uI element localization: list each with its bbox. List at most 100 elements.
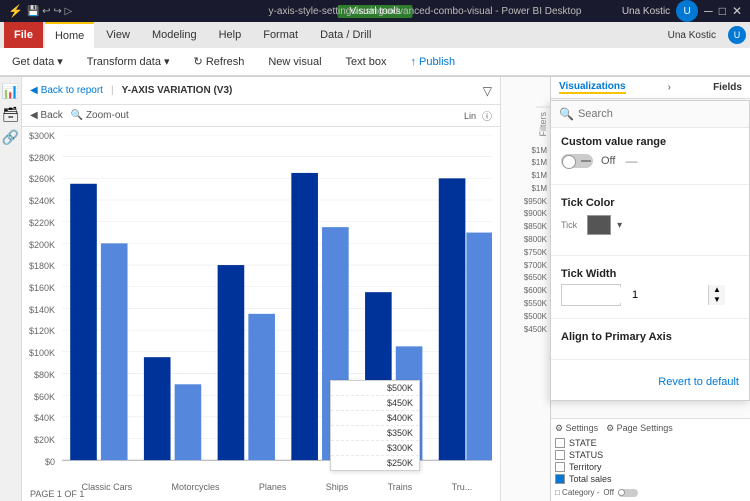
user-badge-ribbon[interactable]: U [728,26,746,44]
format-search-icon: 🔍 [559,107,574,121]
zoom-out-btn[interactable]: 🔍 Zoom-out [71,110,129,121]
ribbon-item-refresh[interactable]: ↻ Refresh [190,53,249,70]
tooltip-row-6: $250K [331,456,419,470]
field-checkbox-status[interactable] [555,450,565,460]
tick-width-stepper[interactable]: ▲ ▼ [561,284,621,306]
tick-width-section: Tick Width ▲ ▼ [551,260,749,314]
secondary-axis-values: $1M $1M $1M $1M $950K $900K $850K $800K … [524,145,550,337]
custom-range-toggle[interactable] [561,154,593,168]
close-btn[interactable]: ✕ [732,4,742,18]
ribbon-item-transform[interactable]: Transform data ▾ [83,53,174,70]
ribbon-item-visuals[interactable]: New visual [264,54,325,70]
app-icon: ⚡ [8,4,23,18]
x-label-5: Trains [388,482,413,492]
chart-bars [62,135,492,471]
tooltip-row-5: $300K [331,441,419,456]
category-off: Off [603,488,614,497]
viz-fields-header: Visualizations › Fields [551,77,750,99]
maximize-btn[interactable]: □ [719,4,726,18]
sidebar-icon-report[interactable]: 📊 [2,83,19,100]
tab-modeling[interactable]: Modeling [142,22,207,48]
toolbar-icons: 💾 ↩ ↪ ▷ [27,6,72,17]
breadcrumb: Y-AXIS VARIATION (V3) [122,85,233,96]
toggle-dash-icon: — [625,154,637,168]
sidebar-icon-data[interactable]: 🗃 [2,106,20,123]
ribbon-item-publish[interactable]: ↑ Publish [407,54,460,70]
tab-help[interactable]: Help [209,22,252,48]
x-axis: Classic Cars Motorcycles Planes Ships Tr… [62,477,492,497]
field-label-state: STATE [569,438,597,448]
left-sidebar: 📊 🗃 🔗 [0,77,22,501]
field-row-total-sales: Total sales [555,473,746,485]
stepper-buttons: ▲ ▼ [708,285,725,305]
tab-view[interactable]: View [96,22,140,48]
ribbon-item-text[interactable]: Text box [342,54,391,70]
format-search-input[interactable] [578,108,741,120]
field-checkbox-territory[interactable] [555,462,565,472]
report-canvas: ◀ Back to report | Y-AXIS VARIATION (V3)… [22,77,500,501]
title-bar-right: Una Kostic U ─ □ ✕ [622,0,742,22]
tick-color-swatch[interactable] [587,215,611,235]
filters-label: Filters [536,107,550,141]
sidebar-icon-model[interactable]: 🔗 [2,129,19,146]
tick-width-value[interactable] [562,287,708,303]
color-dropdown-btn[interactable]: ▾ [617,220,622,231]
format-panel: 🔍 Custom value range Off — Tick Color [550,100,750,401]
user-name: Una Kostic [622,6,670,17]
minimize-btn[interactable]: ─ [704,4,713,18]
tab-file[interactable]: File [4,22,43,48]
custom-value-range-section: Custom value range Off — [551,128,749,180]
back-to-report-btn[interactable]: ◀ Back to report [30,85,103,96]
format-search: 🔍 [551,101,749,128]
secondary-y-axis: Filters $1M $1M $1M $1M $950K $900K $850… [500,77,550,501]
toggle-row: Off — [561,154,739,168]
category-toggle[interactable] [618,489,638,497]
title-bar: ⚡ 💾 ↩ ↪ ▷ Visual tools y-axis-style-sett… [0,0,750,22]
right-panels: Visualizations › Fields [550,77,750,501]
field-checkbox-state[interactable] [555,438,565,448]
field-label-status: STATUS [569,450,603,460]
align-primary-section: Align to Primary Axis [551,323,749,355]
tab-home[interactable]: Home [45,22,94,48]
chart-info-icon[interactable]: ⓘ [482,108,492,123]
user-avatar[interactable]: U [676,0,698,22]
visualizations-tab[interactable]: Visualizations [559,81,626,94]
fields-panel: ⚙ Settings ⚙ Page Settings STATE STATUS … [551,418,750,501]
chart-back-btn[interactable]: ◀ Back [30,110,63,121]
stepper-up-btn[interactable]: ▲ [709,285,725,295]
divider-1 [551,184,749,185]
page-indicator: PAGE 1 OF 1 [30,489,84,499]
filter-icon[interactable]: ▽ [483,84,492,98]
chart-toolbar: ◀ Back 🔍 Zoom-out Lin ⓘ [22,105,500,127]
x-label-3: Planes [259,482,287,492]
tab-data-drill[interactable]: Data / Drill [310,22,381,48]
toggle-off-label: Off [601,155,615,167]
report-toolbar: ◀ Back to report | Y-AXIS VARIATION (V3)… [22,77,500,105]
field-checkbox-total-sales[interactable] [555,474,565,484]
tick-width-title: Tick Width [561,268,739,280]
separator: | [111,85,114,96]
category-toggle-knob [618,489,625,496]
revert-section: Revert to default [551,364,749,400]
ribbon-right: Una Kostic U [668,26,746,44]
chart-tooltip: $500K $450K $400K $350K $300K $250K [330,380,420,471]
divider-4 [551,359,749,360]
title-bar-left: ⚡ 💾 ↩ ↪ ▷ [8,4,72,18]
custom-value-range-title: Custom value range [561,136,739,148]
field-label-territory: Territory [569,462,602,472]
field-row-territory: Territory [555,461,746,473]
ribbon-item-get-data[interactable]: Get data ▾ [8,53,67,70]
toolbar-right: ▽ [483,84,492,98]
ribbon-tabs: File Home View Modeling Help Format Data… [0,22,750,48]
stepper-down-btn[interactable]: ▼ [709,295,725,305]
tab-format[interactable]: Format [253,22,308,48]
tick-color-section: Tick Color Tick ▾ [551,189,749,251]
fields-tab[interactable]: Fields [713,82,742,93]
divider-3 [551,318,749,319]
ribbon: File Home View Modeling Help Format Data… [0,22,750,77]
x-label-2: Motorcycles [172,482,220,492]
revert-to-default-btn[interactable]: Revert to default [561,372,739,392]
field-label-total-sales: Total sales [569,474,612,484]
tooltip-row-1: $500K [331,381,419,396]
x-label-1: Classic Cars [82,482,133,492]
